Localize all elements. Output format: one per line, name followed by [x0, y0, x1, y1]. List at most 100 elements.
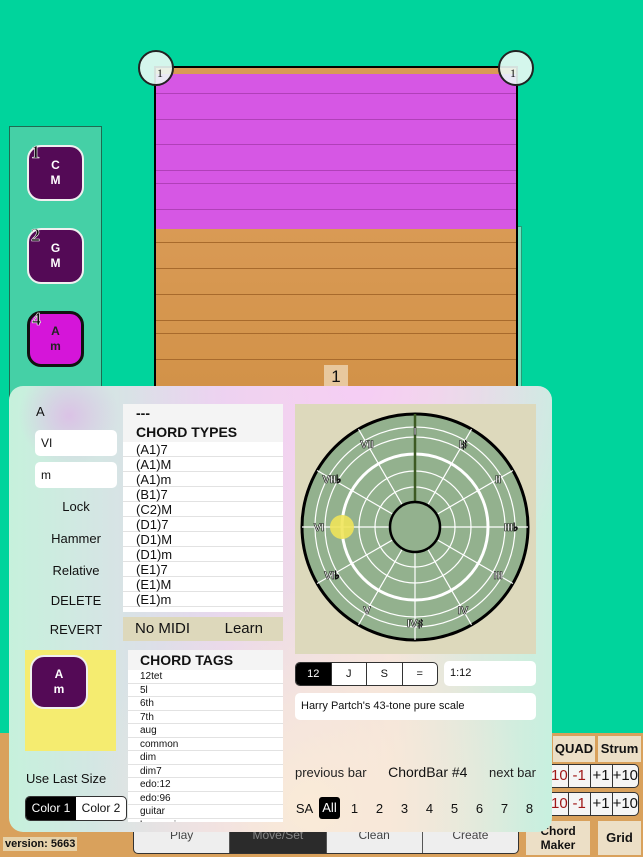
use-last-size-button[interactable]: Use Last Size — [26, 771, 106, 786]
filter-7[interactable]: 7 — [492, 801, 517, 816]
string-line — [156, 93, 516, 94]
hammer-button[interactable]: Hammer — [31, 531, 121, 546]
chord-type-item[interactable]: (D1)7 — [123, 517, 283, 532]
color-2-option[interactable]: Color 2 — [76, 797, 126, 820]
stepper-plus-10[interactable]: +10 — [613, 793, 638, 815]
tuning-j-option[interactable]: J — [332, 663, 367, 685]
chord-palette: 1 C M 2 G M 4 A m — [9, 126, 102, 406]
chord-tag-item[interactable]: guitar — [128, 805, 283, 819]
chord-tag-item[interactable]: dim — [128, 751, 283, 765]
lock-button[interactable]: Lock — [31, 499, 121, 514]
chord-tag-item[interactable]: edo:12 — [128, 778, 283, 792]
chord-tag-item[interactable]: harmonics — [128, 819, 283, 823]
stepper-row-1: -10 -1 +1 +10 — [545, 764, 639, 788]
filter-3[interactable]: 3 — [392, 801, 417, 816]
palette-chord-button[interactable]: 2 G M — [27, 226, 84, 284]
string-line — [156, 294, 516, 295]
color-1-option[interactable]: Color 1 — [26, 797, 76, 820]
ratio-field[interactable]: 1:12 — [444, 661, 536, 686]
handle-right-label: 1 — [510, 66, 516, 80]
previous-bar-button[interactable]: previous bar — [295, 765, 367, 780]
tuning-12-option[interactable]: 12 — [296, 663, 332, 685]
resize-handle-left[interactable]: 1 — [138, 50, 174, 86]
chord-tag-item[interactable]: 5l — [128, 684, 283, 697]
chord-type-item[interactable]: (E1)M — [123, 577, 283, 592]
stepper-plus-10[interactable]: +10 — [613, 765, 638, 787]
chord-tag-item[interactable]: aug — [128, 724, 283, 738]
tuning-segmented-control: 12 J S = — [295, 662, 438, 686]
chord-type-item[interactable]: (E1)7 — [123, 562, 283, 577]
next-bar-button[interactable]: next bar — [489, 765, 536, 780]
wheel-degree-label: V — [363, 605, 371, 617]
stepper-plus-1[interactable]: +1 — [591, 765, 613, 787]
chord-quality: M — [50, 173, 61, 187]
chord-tags-list[interactable]: CHORD TAGS 12tet 5l 6th 7th aug common dim dim7… — [128, 650, 283, 822]
chord-root: A — [51, 324, 60, 338]
filter-1[interactable]: 1 — [342, 801, 367, 816]
handle-left-label: 1 — [157, 66, 163, 80]
stepper-plus-1[interactable]: +1 — [591, 793, 613, 815]
wheel-degree-label: III — [494, 570, 503, 582]
chord-type-item[interactable]: (B1)7 — [123, 487, 283, 502]
scale-name-field[interactable]: Harry Partch's 43-tone pure scale — [295, 693, 536, 720]
chord-types-none-item[interactable]: --- — [123, 404, 283, 422]
chord-preview: A m — [25, 650, 116, 751]
tuning-equal-option[interactable]: = — [403, 663, 438, 685]
filter-2[interactable]: 2 — [367, 801, 392, 816]
degree-wheel[interactable]: I I♯ II III♭ III IV IV♯ V VI♭ VI VII♭ VII — [295, 404, 536, 654]
chord-tag-item[interactable]: 12tet — [128, 670, 283, 684]
palette-chord-button[interactable]: 1 C M — [27, 143, 84, 201]
wheel-degree-label: VI♭ — [324, 570, 340, 582]
chord-root: C — [51, 158, 60, 172]
quality-field[interactable]: m — [35, 462, 117, 488]
preview-chord-button[interactable]: A m — [30, 655, 88, 709]
chord-type-item[interactable]: (A1)m — [123, 472, 283, 487]
chordbar-title: ChordBar #4 — [388, 764, 468, 780]
string-line — [156, 170, 516, 171]
bar-magenta-region[interactable] — [156, 74, 516, 229]
chord-type-item[interactable]: (C2)M — [123, 502, 283, 517]
tuning-s-option[interactable]: S — [367, 663, 403, 685]
stepper-minus-1[interactable]: -1 — [569, 793, 591, 815]
filter-sa[interactable]: SA — [292, 801, 317, 816]
chord-bar-canvas[interactable] — [154, 66, 518, 399]
degree-field[interactable]: VI — [35, 430, 117, 456]
chord-types-list[interactable]: --- CHORD TYPES (A1)7 (A1)M (A1)m (B1)7 (C2)… — [123, 404, 283, 612]
midi-status: No MIDI — [135, 620, 191, 637]
strum-button[interactable]: Strum — [598, 736, 641, 762]
filter-4[interactable]: 4 — [417, 801, 442, 816]
string-line — [156, 144, 516, 145]
chord-slot-number: 4 — [32, 309, 42, 329]
chord-tag-item[interactable]: common — [128, 738, 283, 751]
filter-6[interactable]: 6 — [467, 801, 492, 816]
grid-button[interactable]: Grid — [598, 821, 641, 855]
chord-type-item[interactable]: (D1)M — [123, 532, 283, 547]
chord-type-item[interactable]: (E1)m — [123, 592, 283, 607]
midi-learn-button[interactable]: Learn — [225, 617, 263, 641]
chord-tag-item[interactable]: 6th — [128, 697, 283, 711]
chord-tag-item[interactable]: edo:96 — [128, 792, 283, 805]
chord-tag-item[interactable]: 7th — [128, 711, 283, 724]
revert-button[interactable]: REVERT — [31, 622, 121, 637]
resize-handle-right[interactable]: 1 — [498, 50, 534, 86]
stepper-minus-1[interactable]: -1 — [569, 765, 591, 787]
chord-root: A — [54, 667, 64, 681]
filter-all[interactable]: All — [319, 797, 340, 819]
chord-type-item[interactable]: (A1)M — [123, 457, 283, 472]
color-segmented-control: Color 1 Color 2 — [25, 796, 127, 821]
filter-8[interactable]: 8 — [517, 801, 542, 816]
palette-chord-button-selected[interactable]: 4 A m — [27, 309, 84, 367]
filter-5[interactable]: 5 — [442, 801, 467, 816]
quad-button[interactable]: QUAD — [553, 736, 595, 762]
wheel-selected-marker — [330, 515, 354, 539]
chord-type-item[interactable]: (A1)7 — [123, 442, 283, 457]
wheel-degree-label: IV♯ — [407, 618, 423, 630]
chord-type-item[interactable]: (D1)m — [123, 547, 283, 562]
wheel-degree-label: VII — [360, 439, 373, 451]
wheel-degree-label: IV — [458, 605, 469, 617]
relative-button[interactable]: Relative — [31, 563, 121, 578]
chord-tag-item[interactable]: dim7 — [128, 765, 283, 778]
string-line — [156, 320, 516, 321]
delete-button[interactable]: DELETE — [31, 593, 121, 608]
string-line — [156, 268, 516, 269]
